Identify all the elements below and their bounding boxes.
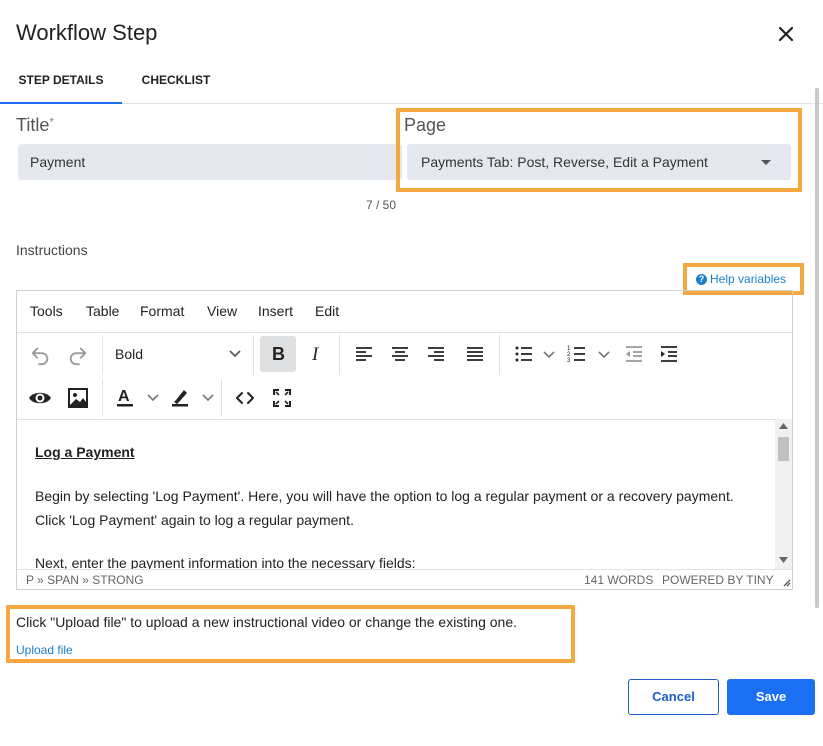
undo-button[interactable]	[25, 340, 55, 370]
svg-text:A: A	[118, 388, 130, 405]
menu-insert[interactable]: Insert	[258, 303, 293, 319]
title-label: Title*	[16, 115, 54, 136]
bold-icon: B	[272, 344, 285, 364]
fullscreen-button[interactable]	[267, 383, 297, 413]
outdent-button[interactable]	[620, 340, 648, 368]
editor-statusbar: P » SPAN » STRONG 141 WORDS POWERED BY T…	[17, 569, 792, 589]
powered-by-link[interactable]: POWERED BY TINY	[662, 573, 774, 587]
svg-text:3: 3	[567, 358, 571, 364]
highlighter-icon	[172, 390, 188, 407]
toolbar-separator	[221, 379, 222, 417]
page-highlight-box	[396, 108, 802, 192]
content-heading: Log a Payment	[35, 444, 135, 460]
title-label-text: Title	[16, 115, 50, 135]
chevron-down-icon[interactable]	[543, 350, 555, 360]
svg-text:B: B	[272, 344, 285, 364]
editor-menubar: Tools Table Format View Insert Edit	[17, 291, 792, 333]
text-color-icon: A	[117, 388, 133, 407]
insert-image-button[interactable]	[63, 383, 93, 413]
highlight-color-button[interactable]	[166, 383, 194, 413]
title-input[interactable]: Payment	[18, 144, 402, 180]
cancel-button[interactable]: Cancel	[628, 679, 719, 715]
italic-button[interactable]: I	[301, 336, 331, 372]
instructions-label: Instructions	[16, 242, 88, 258]
align-justify-icon	[467, 347, 483, 361]
element-path[interactable]: P » SPAN » STRONG	[26, 573, 144, 587]
indent-button[interactable]	[655, 340, 683, 368]
editor-scrollbar[interactable]	[775, 419, 792, 569]
chevron-down-icon	[229, 350, 241, 358]
preview-button[interactable]	[25, 383, 55, 413]
menu-view[interactable]: View	[207, 303, 237, 319]
menu-tools[interactable]: Tools	[30, 303, 63, 319]
numbered-list-button[interactable]: 123	[563, 340, 591, 368]
word-count[interactable]: 141 WORDS	[584, 573, 653, 587]
scroll-up-icon[interactable]	[779, 423, 788, 429]
align-center-button[interactable]	[386, 340, 414, 368]
editor-content[interactable]: Log a Payment Begin by selecting 'Log Pa…	[17, 419, 775, 569]
required-mark: *	[49, 115, 55, 129]
source-code-button[interactable]	[230, 383, 260, 413]
image-icon	[68, 388, 88, 408]
tab-step-details[interactable]: STEP DETAILS	[0, 60, 122, 104]
content-paragraph: Next, enter the payment information into…	[35, 555, 416, 569]
resize-handle-icon[interactable]	[781, 577, 791, 587]
italic-icon: I	[311, 344, 320, 364]
chevron-down-icon[interactable]	[598, 350, 610, 360]
scroll-down-icon[interactable]	[779, 557, 788, 563]
chevron-down-icon[interactable]	[202, 393, 214, 403]
menu-edit[interactable]: Edit	[315, 303, 339, 319]
toolbar-separator	[253, 335, 254, 375]
title-char-counter: 7 / 50	[366, 198, 397, 212]
outdent-icon	[626, 346, 642, 362]
rich-text-editor: Tools Table Format View Insert Edit Bold…	[16, 290, 793, 590]
align-right-icon	[428, 347, 444, 361]
chevron-down-icon[interactable]	[147, 393, 159, 403]
dialog-scrollbar-thumb[interactable]	[815, 88, 819, 608]
dialog-title: Workflow Step	[16, 20, 158, 45]
bullet-list-icon	[515, 346, 532, 362]
toolbar-separator	[339, 335, 340, 375]
editor-scrollbar-thumb[interactable]	[778, 437, 789, 461]
format-select[interactable]: Bold	[115, 338, 249, 370]
align-left-icon	[356, 347, 372, 361]
save-button[interactable]: Save	[727, 679, 815, 715]
undo-icon	[31, 347, 49, 366]
redo-button[interactable]	[63, 340, 93, 370]
format-select-value: Bold	[115, 346, 144, 362]
align-center-icon	[392, 347, 408, 361]
menu-table[interactable]: Table	[86, 303, 119, 319]
numbered-list-icon: 123	[567, 346, 585, 364]
close-icon[interactable]	[774, 22, 798, 46]
upload-highlight-box	[6, 605, 575, 663]
indent-icon	[661, 346, 677, 362]
close-button[interactable]	[774, 22, 798, 46]
text-color-button[interactable]: A	[111, 383, 139, 413]
content-paragraph: Begin by selecting 'Log Payment'. Here, …	[35, 488, 734, 528]
align-left-button[interactable]	[350, 340, 378, 368]
tab-checklist[interactable]: CHECKLIST	[130, 60, 222, 104]
redo-icon	[69, 347, 87, 366]
bullet-list-button[interactable]	[510, 340, 538, 368]
fullscreen-icon	[273, 389, 291, 407]
toolbar-separator	[102, 335, 103, 375]
bold-button[interactable]: B	[260, 336, 296, 372]
svg-text:I: I	[311, 344, 320, 364]
align-justify-button[interactable]	[461, 340, 489, 368]
align-right-button[interactable]	[422, 340, 450, 368]
eye-icon	[29, 392, 51, 404]
code-icon	[236, 392, 254, 404]
tab-bar: STEP DETAILS CHECKLIST	[0, 60, 823, 104]
menu-format[interactable]: Format	[140, 303, 184, 319]
toolbar-separator	[102, 379, 103, 417]
toolbar-separator	[499, 335, 500, 375]
